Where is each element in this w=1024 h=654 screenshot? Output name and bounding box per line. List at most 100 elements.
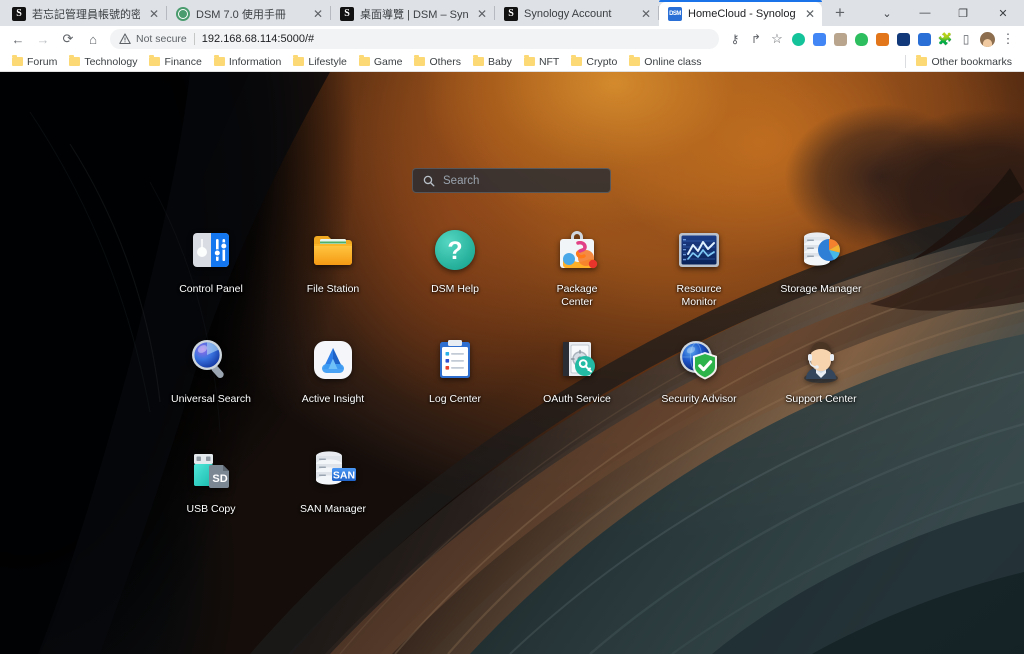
storage-manager-icon <box>797 226 845 274</box>
omnibox-divider <box>193 33 195 45</box>
desktop-icon-oauth-service[interactable]: OAuth Service <box>516 330 638 440</box>
bookmark-forum[interactable]: Forum <box>6 53 63 71</box>
desktop-icon-active-insight[interactable]: Active Insight <box>272 330 394 440</box>
browser-tab-5-active[interactable]: DSM HomeCloud - Synology DiskSta ✕ <box>659 0 822 26</box>
profile-avatar-icon[interactable] <box>977 29 997 49</box>
side-panel-icon[interactable]: ▯ <box>956 29 976 49</box>
browser-toolbar: ← → ⟳ ⌂ Not secure 192.168.68.114:5000/#… <box>0 26 1024 52</box>
pocket-extension-icon[interactable] <box>914 29 934 49</box>
bookmark-star-icon[interactable]: ☆ <box>767 29 787 49</box>
desktop-icon-label: File Station <box>306 283 360 295</box>
minimize-button[interactable]: — <box>906 0 944 26</box>
desktop-icon-package-center[interactable]: Package Center <box>516 220 638 330</box>
desktop-icon-dsm-help[interactable]: ? DSM Help <box>394 220 516 330</box>
browser-tab-4[interactable]: S Synology Account ✕ <box>495 2 658 26</box>
share-icon[interactable]: ↱ <box>746 29 766 49</box>
folder-icon <box>213 55 225 66</box>
password-key-icon[interactable]: ⚷ <box>725 29 745 49</box>
bookmark-lifestyle[interactable]: Lifestyle <box>287 53 353 71</box>
desktop-icon-universal-search[interactable]: Universal Search <box>150 330 272 440</box>
san-manager-icon: SAN <box>309 446 357 494</box>
dsm-desktop[interactable]: Search Control Panel File Station ? DSM … <box>0 72 1024 654</box>
bookmark-others[interactable]: Others <box>408 53 467 71</box>
bookmark-crypto[interactable]: Crypto <box>565 53 623 71</box>
desktop-icon-label: Storage Manager <box>780 283 862 295</box>
forward-icon[interactable]: → <box>31 27 55 51</box>
extensions-puzzle-icon[interactable]: 🧩 <box>935 29 955 49</box>
tab-close-icon[interactable]: ✕ <box>474 6 490 22</box>
folder-icon <box>358 55 370 66</box>
desktop-icon-label: Universal Search <box>171 393 251 405</box>
folder-icon <box>916 55 928 66</box>
desktop-icon-label: Security Advisor <box>661 393 737 405</box>
desktop-icon-file-station[interactable]: File Station <box>272 220 394 330</box>
evernote-extension-icon[interactable] <box>851 29 871 49</box>
address-bar[interactable]: Not secure 192.168.68.114:5000/# <box>110 29 719 49</box>
desktop-icon-label: Control Panel <box>179 283 243 295</box>
not-secure-icon <box>119 33 131 45</box>
bookmark-technology[interactable]: Technology <box>63 53 143 71</box>
synology-s-icon: S <box>504 7 518 21</box>
desktop-icon-log-center[interactable]: Log Center <box>394 330 516 440</box>
folder-icon <box>69 55 81 66</box>
desktop-icon-usb-copy[interactable]: SD USB Copy <box>150 440 272 550</box>
desktop-icon-resource-monitor[interactable]: Resource Monitor <box>638 220 760 330</box>
desktop-icon-grid: Control Panel File Station ? DSM Help Pa… <box>150 220 882 550</box>
tab-close-icon[interactable]: ✕ <box>146 6 162 22</box>
folder-icon <box>629 55 641 66</box>
file-station-icon <box>309 226 357 274</box>
desktop-icon-label: DSM Help <box>431 283 479 295</box>
new-tab-button[interactable]: + <box>826 0 854 27</box>
desktop-icon-storage-manager[interactable]: Storage Manager <box>760 220 882 330</box>
desktop-icon-security-advisor[interactable]: Security Advisor <box>638 330 760 440</box>
tab-close-icon[interactable]: ✕ <box>310 6 326 22</box>
tab-close-icon[interactable]: ✕ <box>802 6 818 22</box>
bookmark-finance[interactable]: Finance <box>143 53 207 71</box>
log-center-icon <box>431 336 479 384</box>
browser-tab-3[interactable]: S 桌面導覽 | DSM – Synology 知 ✕ <box>331 2 494 26</box>
resource-monitor-icon <box>675 226 723 274</box>
reload-icon[interactable]: ⟳ <box>56 27 80 51</box>
dark-reader-extension-icon[interactable] <box>893 29 913 49</box>
grammarly-extension-icon[interactable] <box>788 29 808 49</box>
tab-search-icon[interactable]: ⌄ <box>868 0 906 26</box>
maximize-button[interactable]: ❐ <box>944 0 982 26</box>
browser-tab-1[interactable]: S 若忘記管理員帳號的密碼該如何 ✕ <box>3 2 166 26</box>
metamask-extension-icon[interactable] <box>872 29 892 49</box>
chrome-menu-icon[interactable]: ⋮ <box>998 29 1018 49</box>
svg-text:?: ? <box>447 237 462 265</box>
back-icon[interactable]: ← <box>6 27 30 51</box>
bookmark-online-class[interactable]: Online class <box>623 53 707 71</box>
desktop-icon-san-manager[interactable]: SAN SAN Manager <box>272 440 394 550</box>
synology-s-icon: S <box>12 7 26 21</box>
dsm-icon: DSM <box>668 7 682 21</box>
dsm-help-icon: ? <box>431 226 479 274</box>
bookmark-game[interactable]: Game <box>353 53 409 71</box>
window-controls: ⌄ — ❐ ✕ <box>868 0 1024 26</box>
folder-icon <box>523 55 535 66</box>
window-close-button[interactable]: ✕ <box>982 0 1024 26</box>
bookmark-information[interactable]: Information <box>208 53 288 71</box>
screenshot-extension-icon[interactable] <box>830 29 850 49</box>
browser-tab-2[interactable]: DSM 7.0 使用手冊 ✕ <box>167 2 330 26</box>
usb-copy-icon: SD <box>187 446 235 494</box>
other-bookmarks-button[interactable]: Other bookmarks <box>910 53 1018 71</box>
active-insight-icon <box>309 336 357 384</box>
folder-icon <box>473 55 484 66</box>
url-text[interactable]: 192.168.68.114:5000/# <box>202 33 314 45</box>
folder-icon <box>149 55 161 66</box>
bookmark-baby[interactable]: Baby <box>467 53 518 71</box>
folder-icon <box>571 55 583 66</box>
desktop-icon-label: SAN Manager <box>300 503 366 515</box>
translate-extension-icon[interactable] <box>809 29 829 49</box>
bookmark-nft[interactable]: NFT <box>518 53 565 71</box>
desktop-search-box[interactable]: Search <box>412 168 611 193</box>
desktop-icon-support-center[interactable]: Support Center <box>760 330 882 440</box>
desktop-icon-control-panel[interactable]: Control Panel <box>150 220 272 330</box>
security-status-label: Not secure <box>136 33 187 45</box>
tab-close-icon[interactable]: ✕ <box>638 6 654 22</box>
home-icon[interactable]: ⌂ <box>81 27 105 51</box>
oauth-service-icon <box>553 336 601 384</box>
chrome-browser-window: S 若忘記管理員帳號的密碼該如何 ✕ DSM 7.0 使用手冊 ✕ S 桌面導覽… <box>0 0 1024 654</box>
bookmarks-divider <box>905 55 907 68</box>
